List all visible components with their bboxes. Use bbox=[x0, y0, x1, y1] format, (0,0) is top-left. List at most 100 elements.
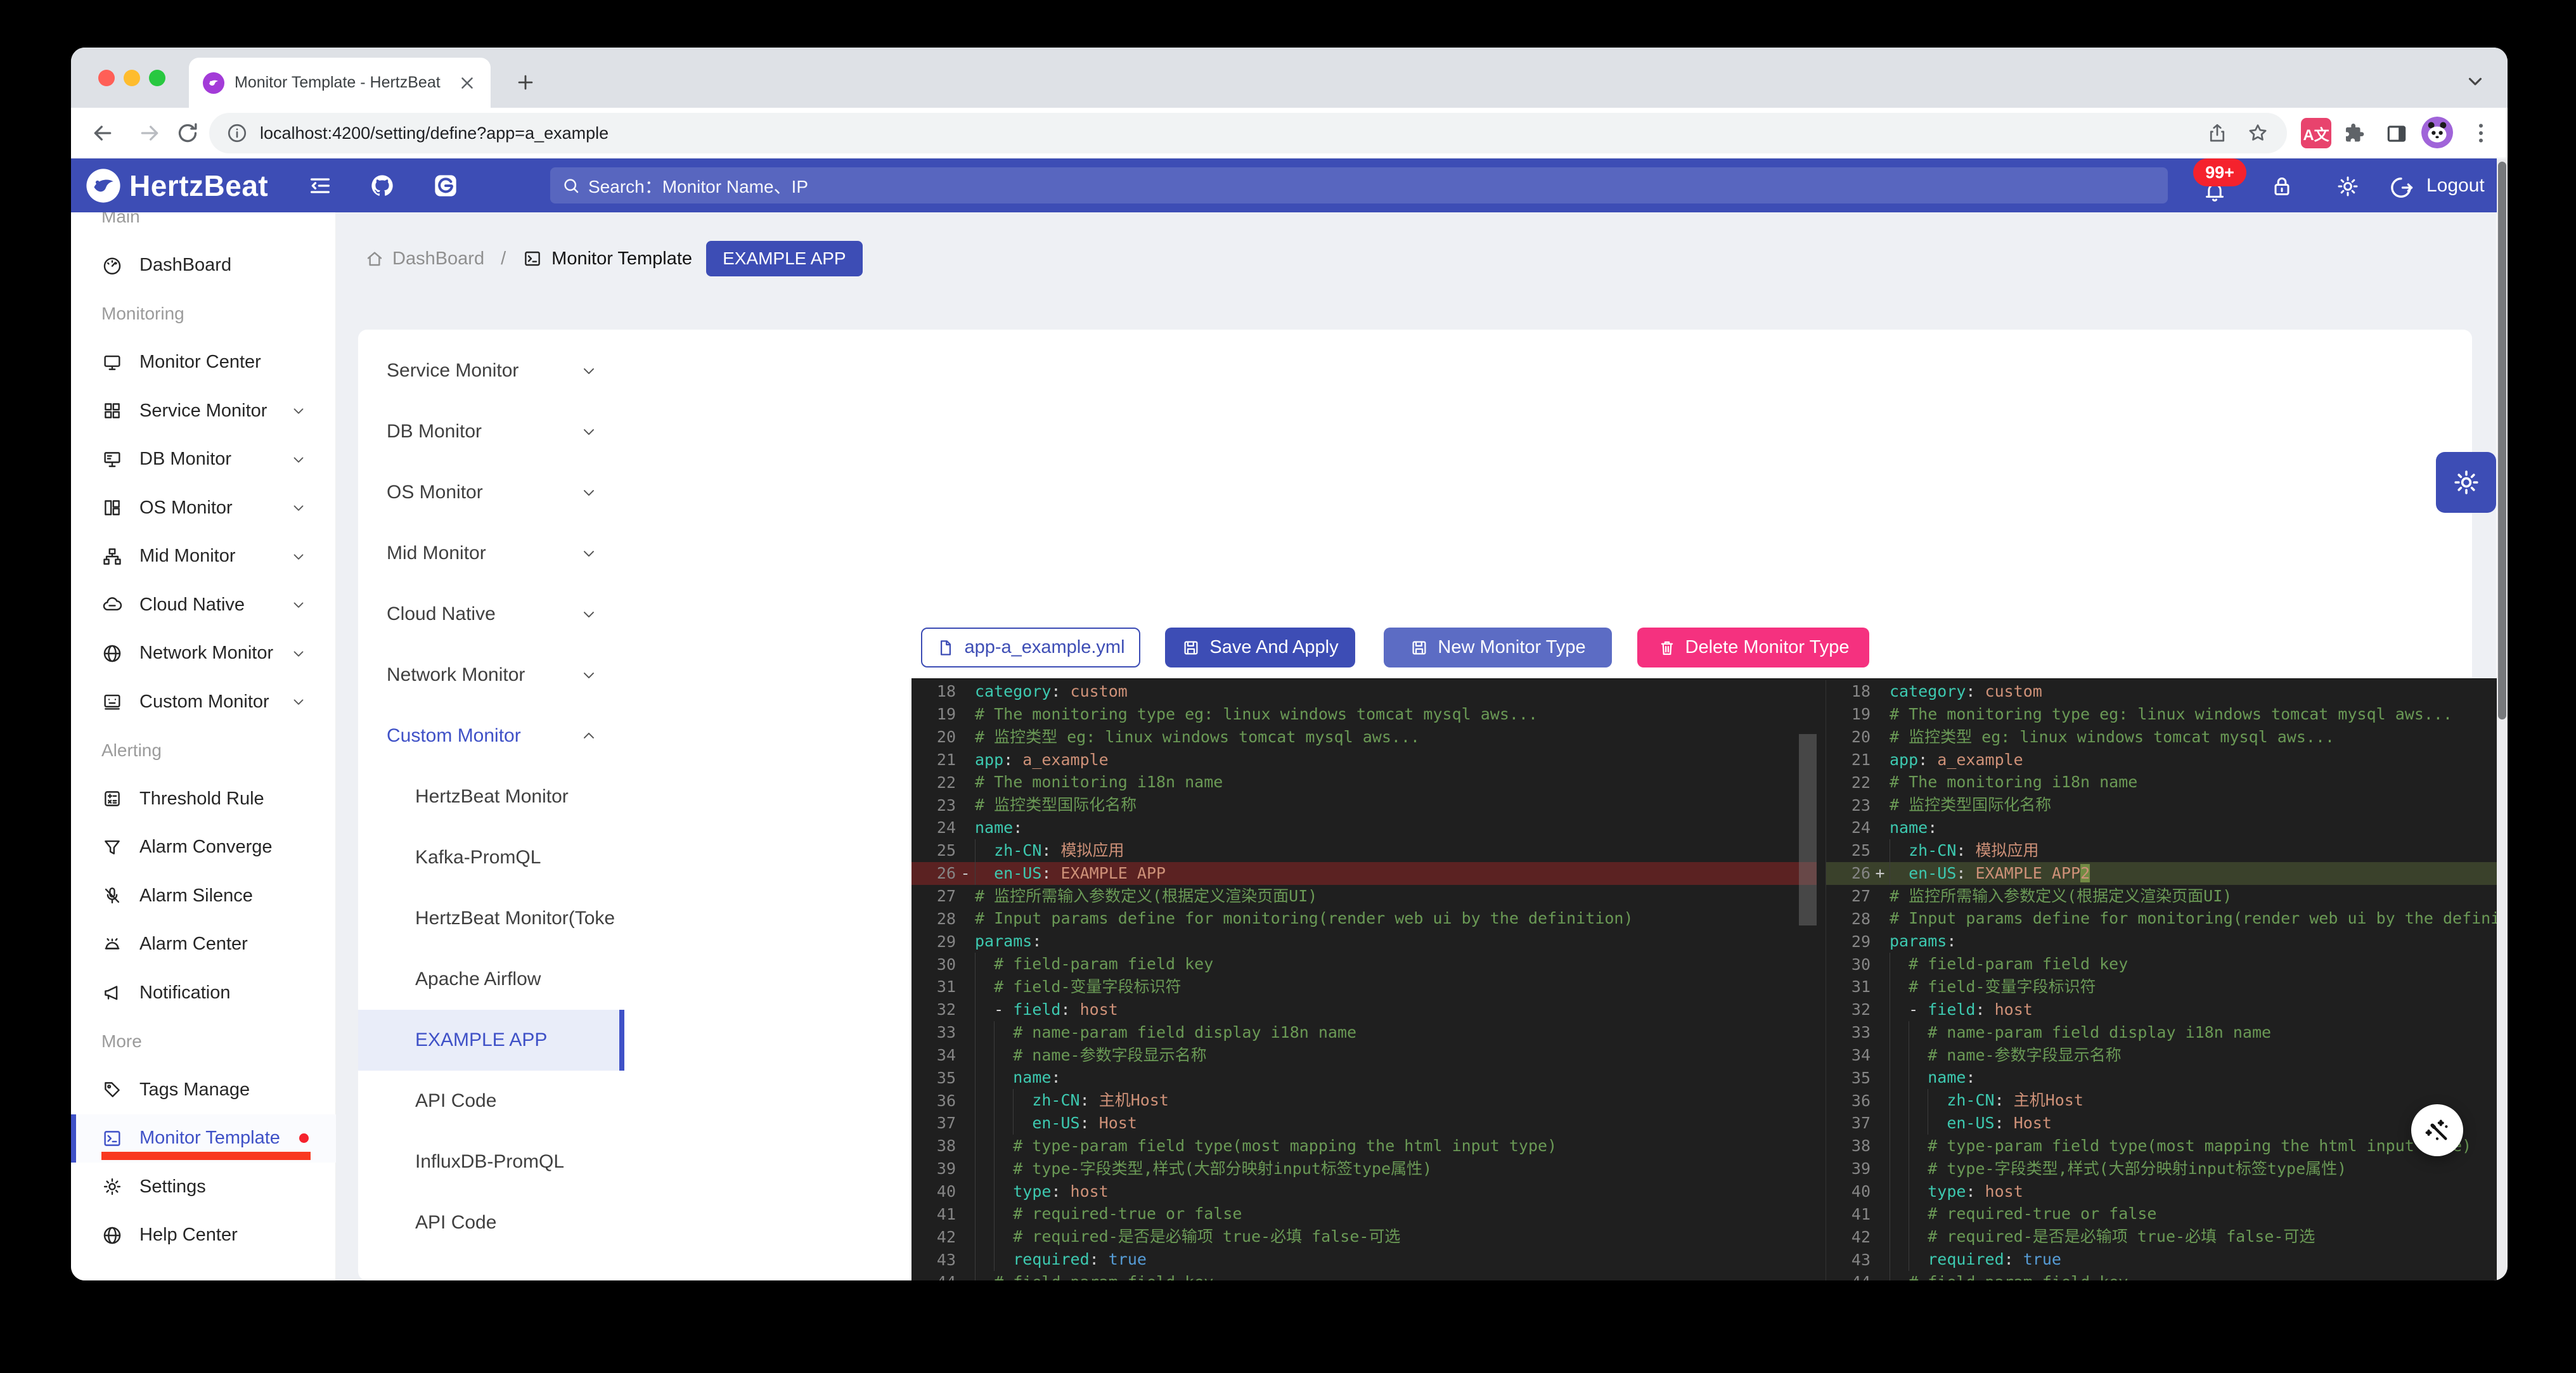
code-line-23[interactable]: 23# 监控类型国际化名称 bbox=[1826, 794, 2508, 816]
code-text[interactable]: params: bbox=[1890, 930, 1956, 953]
code-line-25[interactable]: 25 zh-CN: 模拟应用 bbox=[1826, 839, 2508, 862]
code-text[interactable]: # 监控类型国际化名称 bbox=[1890, 794, 2051, 816]
code-line-18[interactable]: 18category: custom bbox=[911, 680, 1817, 703]
code-line-25[interactable]: 25 zh-CN: 模拟应用 bbox=[911, 839, 1817, 862]
template-menu-item-kafka-promql[interactable]: Kafka-PromQL bbox=[358, 827, 624, 888]
code-line-41[interactable]: 41 # required-true or false bbox=[1826, 1202, 2508, 1225]
url-text[interactable]: localhost:4200/setting/define?app=a_exam… bbox=[260, 124, 2206, 143]
page-scrollbar-thumb[interactable] bbox=[2498, 162, 2506, 719]
page-scrollbar[interactable] bbox=[2497, 159, 2508, 1280]
code-line-42[interactable]: 42 # required-是否是必输项 true-必填 false-可选 bbox=[911, 1225, 1817, 1248]
code-text[interactable]: # 监控类型国际化名称 bbox=[975, 794, 1137, 816]
code-line-20[interactable]: 20# 监控类型 eg: linux windows tomcat mysql … bbox=[911, 726, 1817, 749]
code-line-29[interactable]: 29params: bbox=[1826, 930, 2508, 953]
code-line-22[interactable]: 22# The monitoring i18n name bbox=[1826, 771, 2508, 794]
code-line-34[interactable]: 34 # name-参数字段显示名称 bbox=[911, 1044, 1817, 1067]
side-panel-icon[interactable] bbox=[2385, 122, 2409, 146]
new-monitor-type-button[interactable]: New Monitor Type bbox=[1384, 628, 1612, 667]
code-text[interactable]: - field: host bbox=[975, 998, 1118, 1021]
code-text[interactable]: # required-true or false bbox=[1890, 1202, 2156, 1225]
code-text[interactable]: name: bbox=[975, 816, 1022, 839]
code-line-30[interactable]: 30 # field-param field key bbox=[911, 953, 1817, 976]
new-tab-icon[interactable] bbox=[515, 72, 536, 93]
code-line-38[interactable]: 38 # type-param field type(most mapping … bbox=[911, 1135, 1817, 1157]
code-text[interactable]: # field-param field key bbox=[975, 953, 1213, 976]
extensions-puzzle-icon[interactable] bbox=[2343, 120, 2368, 146]
code-line-27[interactable]: 27# 监控所需输入参数定义(根据定义渲染页面UI) bbox=[911, 885, 1817, 908]
sidebar-item-monitor-template[interactable]: Monitor Template bbox=[71, 1114, 336, 1163]
code-text[interactable]: # 监控类型 eg: linux windows tomcat mysql aw… bbox=[1890, 726, 2334, 749]
code-line-32[interactable]: 32 - field: host bbox=[911, 998, 1817, 1021]
hertzbeat-logo-icon[interactable] bbox=[85, 167, 122, 204]
gitee-icon[interactable] bbox=[433, 173, 458, 198]
template-menu-item-custom-monitor[interactable]: Custom Monitor bbox=[358, 706, 624, 766]
code-text[interactable]: app: a_example bbox=[1890, 749, 2023, 771]
code-line-23[interactable]: 23# 监控类型国际化名称 bbox=[911, 794, 1817, 816]
template-menu-item-db-monitor[interactable]: DB Monitor bbox=[358, 401, 624, 462]
yaml-diff-editor[interactable]: 18category: custom 19# The monitoring typ… bbox=[911, 678, 2508, 1280]
code-text[interactable]: # name-param field display i18n name bbox=[975, 1021, 1356, 1044]
browser-tab[interactable]: Monitor Template - HertzBeat bbox=[189, 58, 491, 108]
code-text[interactable]: # name-参数字段显示名称 bbox=[975, 1044, 1207, 1067]
code-line-44[interactable]: 44 # field-param field key bbox=[911, 1271, 1817, 1280]
maximize-window-button[interactable] bbox=[149, 70, 165, 86]
code-line-29[interactable]: 29params: bbox=[911, 930, 1817, 953]
bookmark-star-icon[interactable] bbox=[2246, 122, 2269, 145]
code-line-31[interactable]: 31 # field-变量字段标识符 bbox=[1826, 976, 2508, 998]
template-menu-item-cloud-native[interactable]: Cloud Native bbox=[358, 584, 624, 645]
sidebar-item-monitor-center[interactable]: Monitor Center bbox=[71, 338, 336, 387]
code-line-36[interactable]: 36 zh-CN: 主机Host bbox=[1826, 1089, 2508, 1112]
code-line-21[interactable]: 21app: a_example bbox=[911, 749, 1817, 771]
code-text[interactable]: # 监控所需输入参数定义(根据定义渲染页面UI) bbox=[975, 885, 1317, 908]
code-text[interactable]: # The monitoring type eg: linux windows … bbox=[975, 703, 1538, 726]
minimize-window-button[interactable] bbox=[124, 70, 140, 86]
code-text[interactable]: # field-param field key bbox=[1890, 1271, 2128, 1280]
template-menu-item-apache-airflow[interactable]: Apache Airflow bbox=[358, 949, 624, 1010]
code-text[interactable]: # 监控类型 eg: linux windows tomcat mysql aw… bbox=[975, 726, 1420, 749]
sidebar-item-db-monitor[interactable]: DB Monitor bbox=[71, 435, 336, 484]
code-line-35[interactable]: 35 name: bbox=[1826, 1066, 2508, 1089]
code-text[interactable]: en-US: EXAMPLE APP2 bbox=[1890, 862, 2090, 885]
sidebar-item-notification[interactable]: Notification bbox=[71, 969, 336, 1017]
code-line-40[interactable]: 40 type: host bbox=[911, 1180, 1817, 1203]
breadcrumb-dashboard[interactable]: DashBoard bbox=[392, 248, 484, 269]
code-text[interactable]: zh-CN: 主机Host bbox=[1890, 1089, 2083, 1112]
template-menu-item-influxdb-promql[interactable]: InfluxDB-PromQL bbox=[358, 1131, 624, 1192]
template-menu-item-hertzbeat-monitor-toke[interactable]: HertzBeat Monitor(Toke bbox=[358, 888, 624, 949]
code-text[interactable]: # field-param field key bbox=[975, 1271, 1213, 1280]
sidebar-item-dashboard[interactable]: DashBoard bbox=[71, 242, 336, 290]
code-line-19[interactable]: 19# The monitoring type eg: linux window… bbox=[1826, 703, 2508, 726]
code-line-24[interactable]: 24name: bbox=[911, 816, 1817, 839]
code-line-36[interactable]: 36 zh-CN: 主机Host bbox=[911, 1089, 1817, 1112]
template-menu-item-hertzbeat-monitor[interactable]: HertzBeat Monitor bbox=[358, 766, 624, 827]
code-line-37[interactable]: 37 en-US: Host bbox=[1826, 1112, 2508, 1135]
url-bar[interactable]: localhost:4200/setting/define?app=a_exam… bbox=[209, 113, 2287, 153]
code-text[interactable]: en-US: EXAMPLE APP bbox=[975, 862, 1166, 885]
code-line-26-del[interactable]: 26- en-US: EXAMPLE APP bbox=[911, 862, 1817, 885]
code-line-33[interactable]: 33 # name-param field display i18n name bbox=[1826, 1021, 2508, 1044]
code-text[interactable]: # field-param field key bbox=[1890, 953, 2128, 976]
code-text[interactable]: # required-是否是必输项 true-必填 false-可选 bbox=[1890, 1225, 2315, 1248]
code-line-31[interactable]: 31 # field-变量字段标识符 bbox=[911, 976, 1817, 998]
code-text[interactable]: required: true bbox=[975, 1248, 1147, 1271]
code-line-28[interactable]: 28# Input params define for monitoring(r… bbox=[1826, 907, 2508, 930]
editor-scrollbar-left[interactable] bbox=[1799, 734, 1817, 925]
code-text[interactable]: name: bbox=[1890, 816, 1937, 839]
code-text[interactable]: # name-参数字段显示名称 bbox=[1890, 1044, 2122, 1067]
tab-search-chevron-icon[interactable] bbox=[2464, 70, 2486, 92]
code-text[interactable]: # The monitoring i18n name bbox=[1890, 771, 2137, 794]
sidebar-item-threshold-rule[interactable]: Threshold Rule bbox=[71, 775, 336, 823]
diff-pane-original[interactable]: 18category: custom19# The monitoring typ… bbox=[911, 680, 1817, 1280]
code-text[interactable]: category: custom bbox=[1890, 680, 2042, 703]
code-text[interactable]: # name-param field display i18n name bbox=[1890, 1021, 2271, 1044]
close-window-button[interactable] bbox=[98, 70, 115, 86]
code-line-34[interactable]: 34 # name-参数字段显示名称 bbox=[1826, 1044, 2508, 1067]
logout-label[interactable]: Logout bbox=[2426, 175, 2485, 197]
code-text[interactable]: type: host bbox=[1890, 1180, 2023, 1203]
code-line-27[interactable]: 27# 监控所需输入参数定义(根据定义渲染页面UI) bbox=[1826, 885, 2508, 908]
sidebar-item-mid-monitor[interactable]: Mid Monitor bbox=[71, 532, 336, 581]
code-text[interactable]: zh-CN: 模拟应用 bbox=[975, 839, 1124, 862]
code-text[interactable]: # required-是否是必输项 true-必填 false-可选 bbox=[975, 1225, 1400, 1248]
code-text[interactable]: params: bbox=[975, 930, 1041, 953]
yml-file-button[interactable]: app-a_example.yml bbox=[921, 628, 1140, 667]
